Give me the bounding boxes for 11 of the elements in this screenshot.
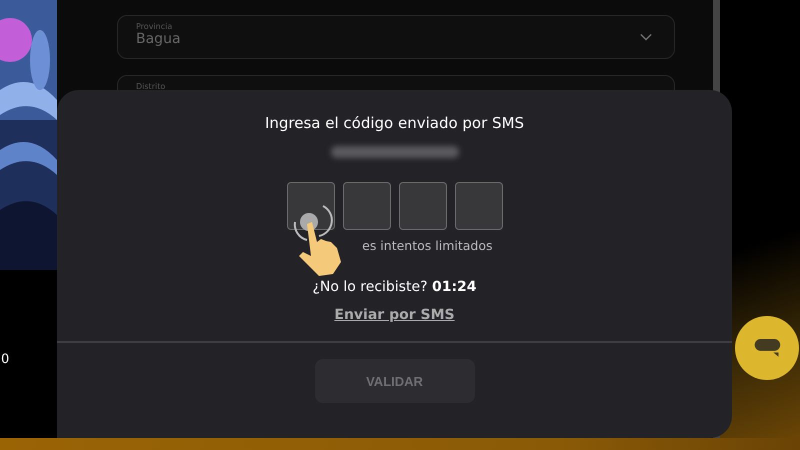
select-field[interactable]: Provincia Bagua	[117, 15, 675, 59]
partial-text: 0	[1, 352, 10, 367]
attempts-hint: es intentos limitados	[362, 238, 492, 253]
resend-prompt: ¿No lo recibiste? 01:24	[312, 279, 477, 295]
code-digit-field[interactable]	[454, 182, 502, 230]
dialog-title: Ingresa el código enviado por SMS	[264, 114, 524, 132]
validate-button[interactable]: VALIDAR	[314, 359, 474, 403]
code-digit-field[interactable]	[342, 182, 390, 230]
send-sms-link[interactable]: Enviar por SMS	[334, 307, 455, 323]
code-digit-field[interactable]	[398, 182, 446, 230]
chevron-down-icon	[640, 33, 652, 41]
